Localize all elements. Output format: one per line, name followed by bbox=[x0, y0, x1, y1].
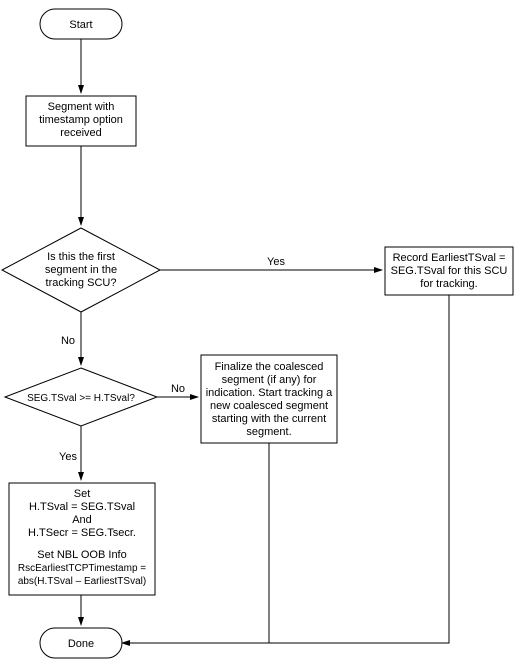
flowchart-diagram: Start Segment with timestamp option rece… bbox=[0, 0, 521, 668]
svg-text:timestamp option: timestamp option bbox=[39, 114, 123, 126]
arrow-record-done bbox=[122, 295, 449, 643]
svg-text:H.TSecr = SEG.Tsecr.: H.TSecr = SEG.Tsecr. bbox=[28, 527, 136, 539]
dec2-no-label: No bbox=[171, 383, 185, 395]
svg-text:Is this the first: Is this the first bbox=[47, 251, 115, 263]
svg-text:segment in the: segment in the bbox=[45, 264, 117, 276]
svg-text:Set: Set bbox=[74, 488, 91, 500]
svg-text:Record EarliestTSval =: Record EarliestTSval = bbox=[393, 252, 506, 264]
svg-text:starting with the current: starting with the current bbox=[212, 413, 326, 425]
svg-text:H.TSval = SEG.TSval: H.TSval = SEG.TSval bbox=[29, 501, 135, 513]
svg-text:new coalesced segment: new coalesced segment bbox=[210, 400, 328, 412]
svg-text:Finalize the coalesced: Finalize the coalesced bbox=[215, 361, 324, 373]
svg-text:tracking SCU?: tracking SCU? bbox=[46, 277, 117, 289]
start-label: Start bbox=[69, 19, 92, 31]
svg-text:And: And bbox=[72, 514, 92, 526]
svg-text:abs(H.TSval – EarliestTSval): abs(H.TSval – EarliestTSval) bbox=[18, 576, 146, 587]
svg-text:SEG.TSval >= H.TSval?: SEG.TSval >= H.TSval? bbox=[27, 393, 135, 404]
svg-text:received: received bbox=[60, 127, 102, 139]
done-label: Done bbox=[68, 638, 94, 650]
svg-text:for tracking.: for tracking. bbox=[420, 278, 477, 290]
svg-text:segment (if any) for: segment (if any) for bbox=[222, 374, 317, 386]
svg-text:SEG.TSval for this SCU: SEG.TSval for this SCU bbox=[391, 265, 508, 277]
svg-text:Set NBL OOB Info: Set NBL OOB Info bbox=[37, 549, 126, 561]
svg-text:indication. Start tracking a: indication. Start tracking a bbox=[206, 387, 333, 399]
svg-text:RscEarliestTCPTimestamp =: RscEarliestTCPTimestamp = bbox=[18, 563, 146, 574]
svg-text:Segment with: Segment with bbox=[48, 101, 115, 113]
svg-text:segment.: segment. bbox=[246, 426, 291, 438]
dec1-yes-label: Yes bbox=[267, 256, 285, 268]
dec2-yes-label: Yes bbox=[59, 451, 77, 463]
dec1-no-label: No bbox=[61, 335, 75, 347]
